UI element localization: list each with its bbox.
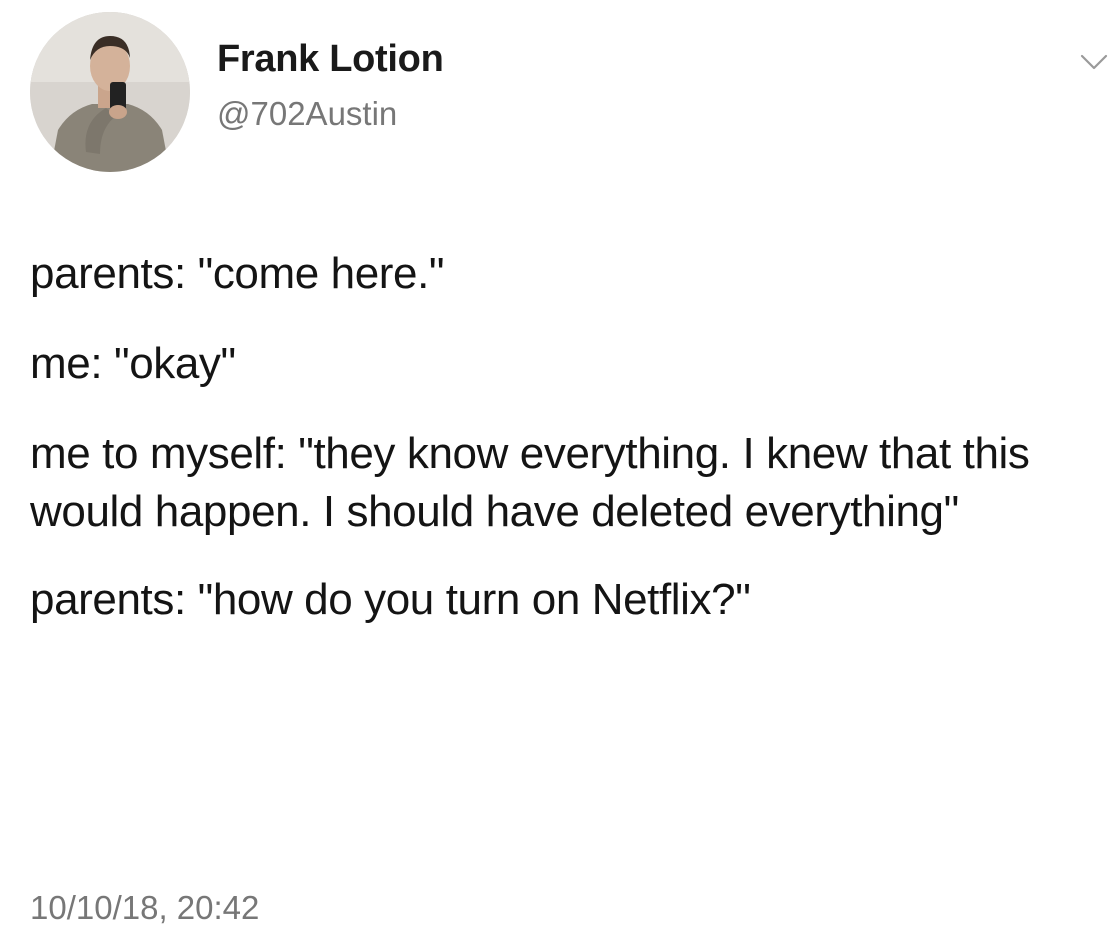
tweet-card: Frank Lotion @702Austin parents: "come h…	[0, 0, 1113, 947]
tweet-paragraph: parents: "come here."	[30, 249, 445, 298]
tweet-paragraph: me: "okay"	[30, 339, 236, 388]
author-handle[interactable]: @702Austin	[217, 95, 397, 133]
tweet-paragraph: me to myself: "they know everything. I k…	[30, 429, 1030, 536]
tweet-paragraph: parents: "how do you turn on Netflix?"	[30, 575, 751, 624]
tweet-text: parents: "come here." me: "okay" me to m…	[30, 245, 1090, 661]
chevron-down-icon[interactable]	[1078, 50, 1110, 74]
tweet-timestamp[interactable]: 10/10/18, 20:42	[30, 889, 259, 927]
profile-photo-icon	[30, 12, 190, 172]
author-name[interactable]: Frank Lotion	[217, 38, 444, 81]
avatar[interactable]	[30, 12, 190, 172]
